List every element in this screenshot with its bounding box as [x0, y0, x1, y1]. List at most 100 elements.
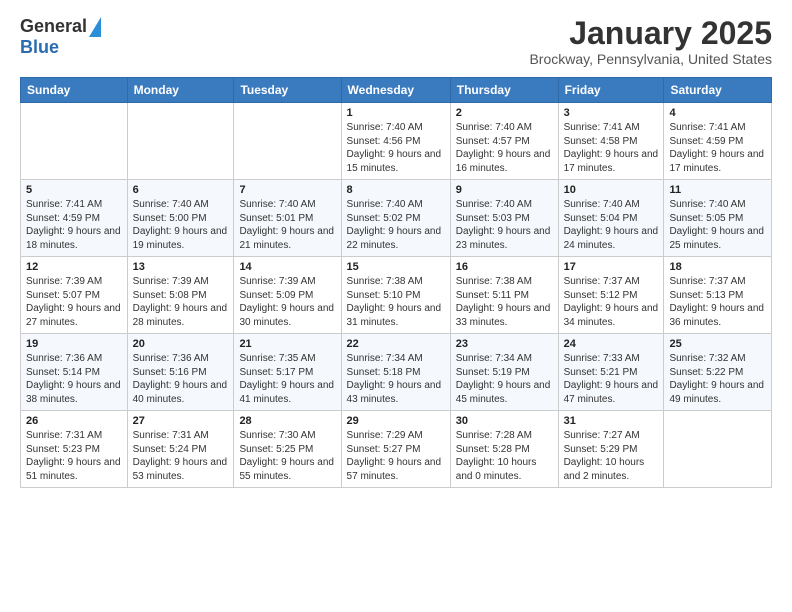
- calendar-cell: 10 Sunrise: 7:40 AM Sunset: 5:04 PM Dayli…: [558, 180, 664, 257]
- day-number: 29: [347, 415, 445, 427]
- calendar-header-monday: Monday: [127, 78, 234, 103]
- day-number: 9: [456, 184, 553, 196]
- calendar-cell: [664, 411, 772, 488]
- month-title: January 2025: [529, 16, 772, 51]
- day-info: Sunrise: 7:40 AM Sunset: 4:57 PM Dayligh…: [456, 121, 553, 175]
- calendar-cell: 8Sunrise: 7:40 AM Sunset: 5:02 PM Daylig…: [341, 180, 450, 257]
- logo-blue: Blue: [20, 37, 59, 58]
- calendar-week-row: 26 Sunrise: 7:31 AM Sunset: 5:23 PM Dayli…: [21, 411, 772, 488]
- logo-text: General: [20, 16, 101, 37]
- day-info: Sunrise: 7:39 AM Sunset: 5:08 PM Dayligh…: [133, 275, 229, 329]
- day-number: 10: [564, 184, 659, 196]
- calendar-cell: 24Sunrise: 7:33 AM Sunset: 5:21 PM Dayli…: [558, 334, 664, 411]
- calendar-cell: 1 Sunrise: 7:40 AM Sunset: 4:56 PM Daylig…: [341, 103, 450, 180]
- day-info: Sunrise: 7:36 AM Sunset: 5:16 PM Dayligh…: [133, 352, 229, 406]
- calendar-cell: 7 Sunrise: 7:40 AM Sunset: 5:01 PM Daylig…: [234, 180, 341, 257]
- day-info: Sunrise: 7:41 AM Sunset: 4:59 PM Dayligh…: [669, 121, 766, 175]
- calendar-header-sunday: Sunday: [21, 78, 128, 103]
- calendar-week-row: 5Sunrise: 7:41 AM Sunset: 4:59 PM Daylig…: [21, 180, 772, 257]
- calendar-cell: 21 Sunrise: 7:35 AM Sunset: 5:17 PM Dayli…: [234, 334, 341, 411]
- calendar-cell: [21, 103, 128, 180]
- day-info: Sunrise: 7:34 AM Sunset: 5:18 PM Dayligh…: [347, 352, 445, 406]
- calendar-cell: 2 Sunrise: 7:40 AM Sunset: 4:57 PM Daylig…: [450, 103, 558, 180]
- day-number: 16: [456, 261, 553, 273]
- day-number: 7: [239, 184, 335, 196]
- day-info: Sunrise: 7:34 AM Sunset: 5:19 PM Dayligh…: [456, 352, 553, 406]
- calendar-cell: 14 Sunrise: 7:39 AM Sunset: 5:09 PM Dayli…: [234, 257, 341, 334]
- calendar-cell: 17 Sunrise: 7:37 AM Sunset: 5:12 PM Dayli…: [558, 257, 664, 334]
- day-number: 1: [347, 107, 445, 119]
- day-info: Sunrise: 7:35 AM Sunset: 5:17 PM Dayligh…: [239, 352, 335, 406]
- calendar-header-tuesday: Tuesday: [234, 78, 341, 103]
- calendar-cell: 4 Sunrise: 7:41 AM Sunset: 4:59 PM Daylig…: [664, 103, 772, 180]
- day-info: Sunrise: 7:40 AM Sunset: 5:03 PM Dayligh…: [456, 198, 553, 252]
- day-info: Sunrise: 7:29 AM Sunset: 5:27 PM Dayligh…: [347, 429, 445, 483]
- day-number: 27: [133, 415, 229, 427]
- calendar-cell: 15Sunrise: 7:38 AM Sunset: 5:10 PM Dayli…: [341, 257, 450, 334]
- day-number: 22: [347, 338, 445, 350]
- day-number: 20: [133, 338, 229, 350]
- calendar-cell: 12 Sunrise: 7:39 AM Sunset: 5:07 PM Dayli…: [21, 257, 128, 334]
- day-number: 19: [26, 338, 122, 350]
- calendar-cell: 31 Sunrise: 7:27 AM Sunset: 5:29 PM Dayli…: [558, 411, 664, 488]
- calendar-week-row: 1 Sunrise: 7:40 AM Sunset: 4:56 PM Daylig…: [21, 103, 772, 180]
- day-number: 12: [26, 261, 122, 273]
- calendar-cell: 6Sunrise: 7:40 AM Sunset: 5:00 PM Daylig…: [127, 180, 234, 257]
- calendar-cell: [127, 103, 234, 180]
- day-number: 5: [26, 184, 122, 196]
- header: General Blue January 2025 Brockway, Penn…: [20, 16, 772, 67]
- calendar-cell: 16 Sunrise: 7:38 AM Sunset: 5:11 PM Dayli…: [450, 257, 558, 334]
- day-info: Sunrise: 7:41 AM Sunset: 4:58 PM Dayligh…: [564, 121, 659, 175]
- calendar-header-row: SundayMondayTuesdayWednesdayThursdayFrid…: [21, 78, 772, 103]
- calendar-cell: [234, 103, 341, 180]
- day-info: Sunrise: 7:40 AM Sunset: 4:56 PM Dayligh…: [347, 121, 445, 175]
- calendar-header-thursday: Thursday: [450, 78, 558, 103]
- calendar-cell: 23 Sunrise: 7:34 AM Sunset: 5:19 PM Dayli…: [450, 334, 558, 411]
- day-info: Sunrise: 7:36 AM Sunset: 5:14 PM Dayligh…: [26, 352, 122, 406]
- calendar-cell: 3 Sunrise: 7:41 AM Sunset: 4:58 PM Daylig…: [558, 103, 664, 180]
- calendar-cell: 30Sunrise: 7:28 AM Sunset: 5:28 PM Dayli…: [450, 411, 558, 488]
- calendar-cell: 11 Sunrise: 7:40 AM Sunset: 5:05 PM Dayli…: [664, 180, 772, 257]
- day-number: 21: [239, 338, 335, 350]
- day-number: 2: [456, 107, 553, 119]
- calendar-cell: 25 Sunrise: 7:32 AM Sunset: 5:22 PM Dayli…: [664, 334, 772, 411]
- day-number: 18: [669, 261, 766, 273]
- day-number: 31: [564, 415, 659, 427]
- day-info: Sunrise: 7:27 AM Sunset: 5:29 PM Dayligh…: [564, 429, 659, 483]
- day-info: Sunrise: 7:30 AM Sunset: 5:25 PM Dayligh…: [239, 429, 335, 483]
- day-info: Sunrise: 7:37 AM Sunset: 5:13 PM Dayligh…: [669, 275, 766, 329]
- day-number: 23: [456, 338, 553, 350]
- day-info: Sunrise: 7:40 AM Sunset: 5:01 PM Dayligh…: [239, 198, 335, 252]
- day-number: 15: [347, 261, 445, 273]
- day-info: Sunrise: 7:28 AM Sunset: 5:28 PM Dayligh…: [456, 429, 553, 483]
- day-info: Sunrise: 7:37 AM Sunset: 5:12 PM Dayligh…: [564, 275, 659, 329]
- day-info: Sunrise: 7:32 AM Sunset: 5:22 PM Dayligh…: [669, 352, 766, 406]
- day-info: Sunrise: 7:40 AM Sunset: 5:05 PM Dayligh…: [669, 198, 766, 252]
- logo-triangle-icon: [89, 17, 101, 37]
- calendar-cell: 13 Sunrise: 7:39 AM Sunset: 5:08 PM Dayli…: [127, 257, 234, 334]
- day-info: Sunrise: 7:38 AM Sunset: 5:11 PM Dayligh…: [456, 275, 553, 329]
- calendar-week-row: 19 Sunrise: 7:36 AM Sunset: 5:14 PM Dayli…: [21, 334, 772, 411]
- calendar: SundayMondayTuesdayWednesdayThursdayFrid…: [20, 77, 772, 488]
- day-number: 25: [669, 338, 766, 350]
- day-number: 13: [133, 261, 229, 273]
- day-number: 4: [669, 107, 766, 119]
- day-number: 28: [239, 415, 335, 427]
- calendar-cell: 18 Sunrise: 7:37 AM Sunset: 5:13 PM Dayli…: [664, 257, 772, 334]
- day-number: 3: [564, 107, 659, 119]
- page: General Blue January 2025 Brockway, Penn…: [0, 0, 792, 504]
- day-info: Sunrise: 7:40 AM Sunset: 5:04 PM Dayligh…: [564, 198, 659, 252]
- day-info: Sunrise: 7:39 AM Sunset: 5:07 PM Dayligh…: [26, 275, 122, 329]
- calendar-week-row: 12 Sunrise: 7:39 AM Sunset: 5:07 PM Dayli…: [21, 257, 772, 334]
- day-info: Sunrise: 7:39 AM Sunset: 5:09 PM Dayligh…: [239, 275, 335, 329]
- day-number: 26: [26, 415, 122, 427]
- day-number: 14: [239, 261, 335, 273]
- calendar-cell: 19 Sunrise: 7:36 AM Sunset: 5:14 PM Dayli…: [21, 334, 128, 411]
- day-info: Sunrise: 7:31 AM Sunset: 5:23 PM Dayligh…: [26, 429, 122, 483]
- calendar-cell: 20 Sunrise: 7:36 AM Sunset: 5:16 PM Dayli…: [127, 334, 234, 411]
- day-number: 17: [564, 261, 659, 273]
- day-number: 6: [133, 184, 229, 196]
- location: Brockway, Pennsylvania, United States: [529, 51, 772, 67]
- logo-general: General: [20, 16, 87, 37]
- day-number: 11: [669, 184, 766, 196]
